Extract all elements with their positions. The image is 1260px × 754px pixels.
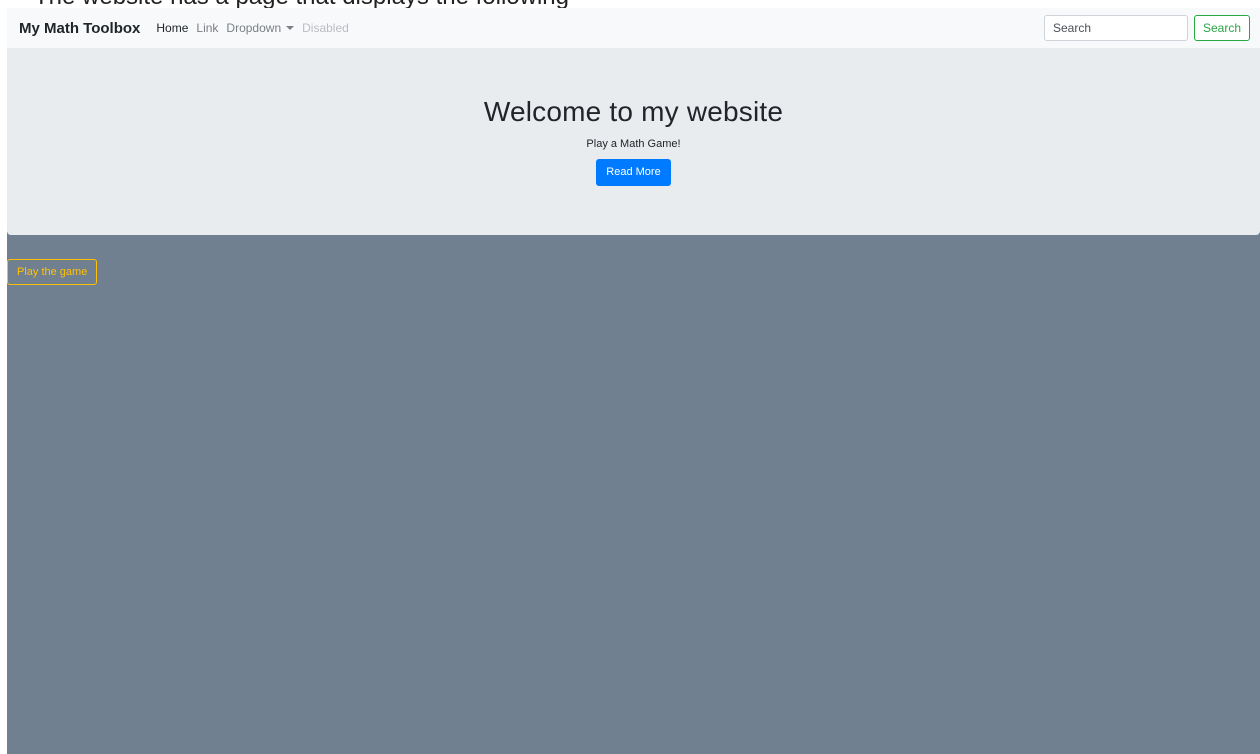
nav-link-home[interactable]: Home [156, 21, 188, 35]
nav-link-disabled: Disabled [302, 21, 349, 35]
read-more-button[interactable]: Read More [596, 159, 671, 186]
nav-dropdown-label: Dropdown [226, 21, 282, 35]
document-caption: The website has a page that displays the… [0, 0, 569, 9]
brand-link[interactable]: My Math Toolbox [19, 20, 140, 37]
navbar: My Math Toolbox Home Link Dropdown Disab… [7, 8, 1260, 48]
jumbotron-subtitle: Play a Math Game! [586, 138, 681, 150]
nav-dropdown-toggle[interactable]: Dropdown [226, 21, 295, 35]
jumbotron: Welcome to my website Play a Math Game! … [7, 48, 1260, 235]
caret-down-icon [286, 26, 295, 30]
search-input[interactable] [1043, 15, 1188, 41]
page-title: Welcome to my website [483, 96, 784, 127]
webpage: My Math Toolbox Home Link Dropdown Disab… [7, 8, 1260, 754]
nav-link-link[interactable]: Link [196, 21, 218, 35]
search-button[interactable]: Search [1193, 15, 1250, 41]
play-game-button[interactable]: Play the game [7, 259, 98, 285]
